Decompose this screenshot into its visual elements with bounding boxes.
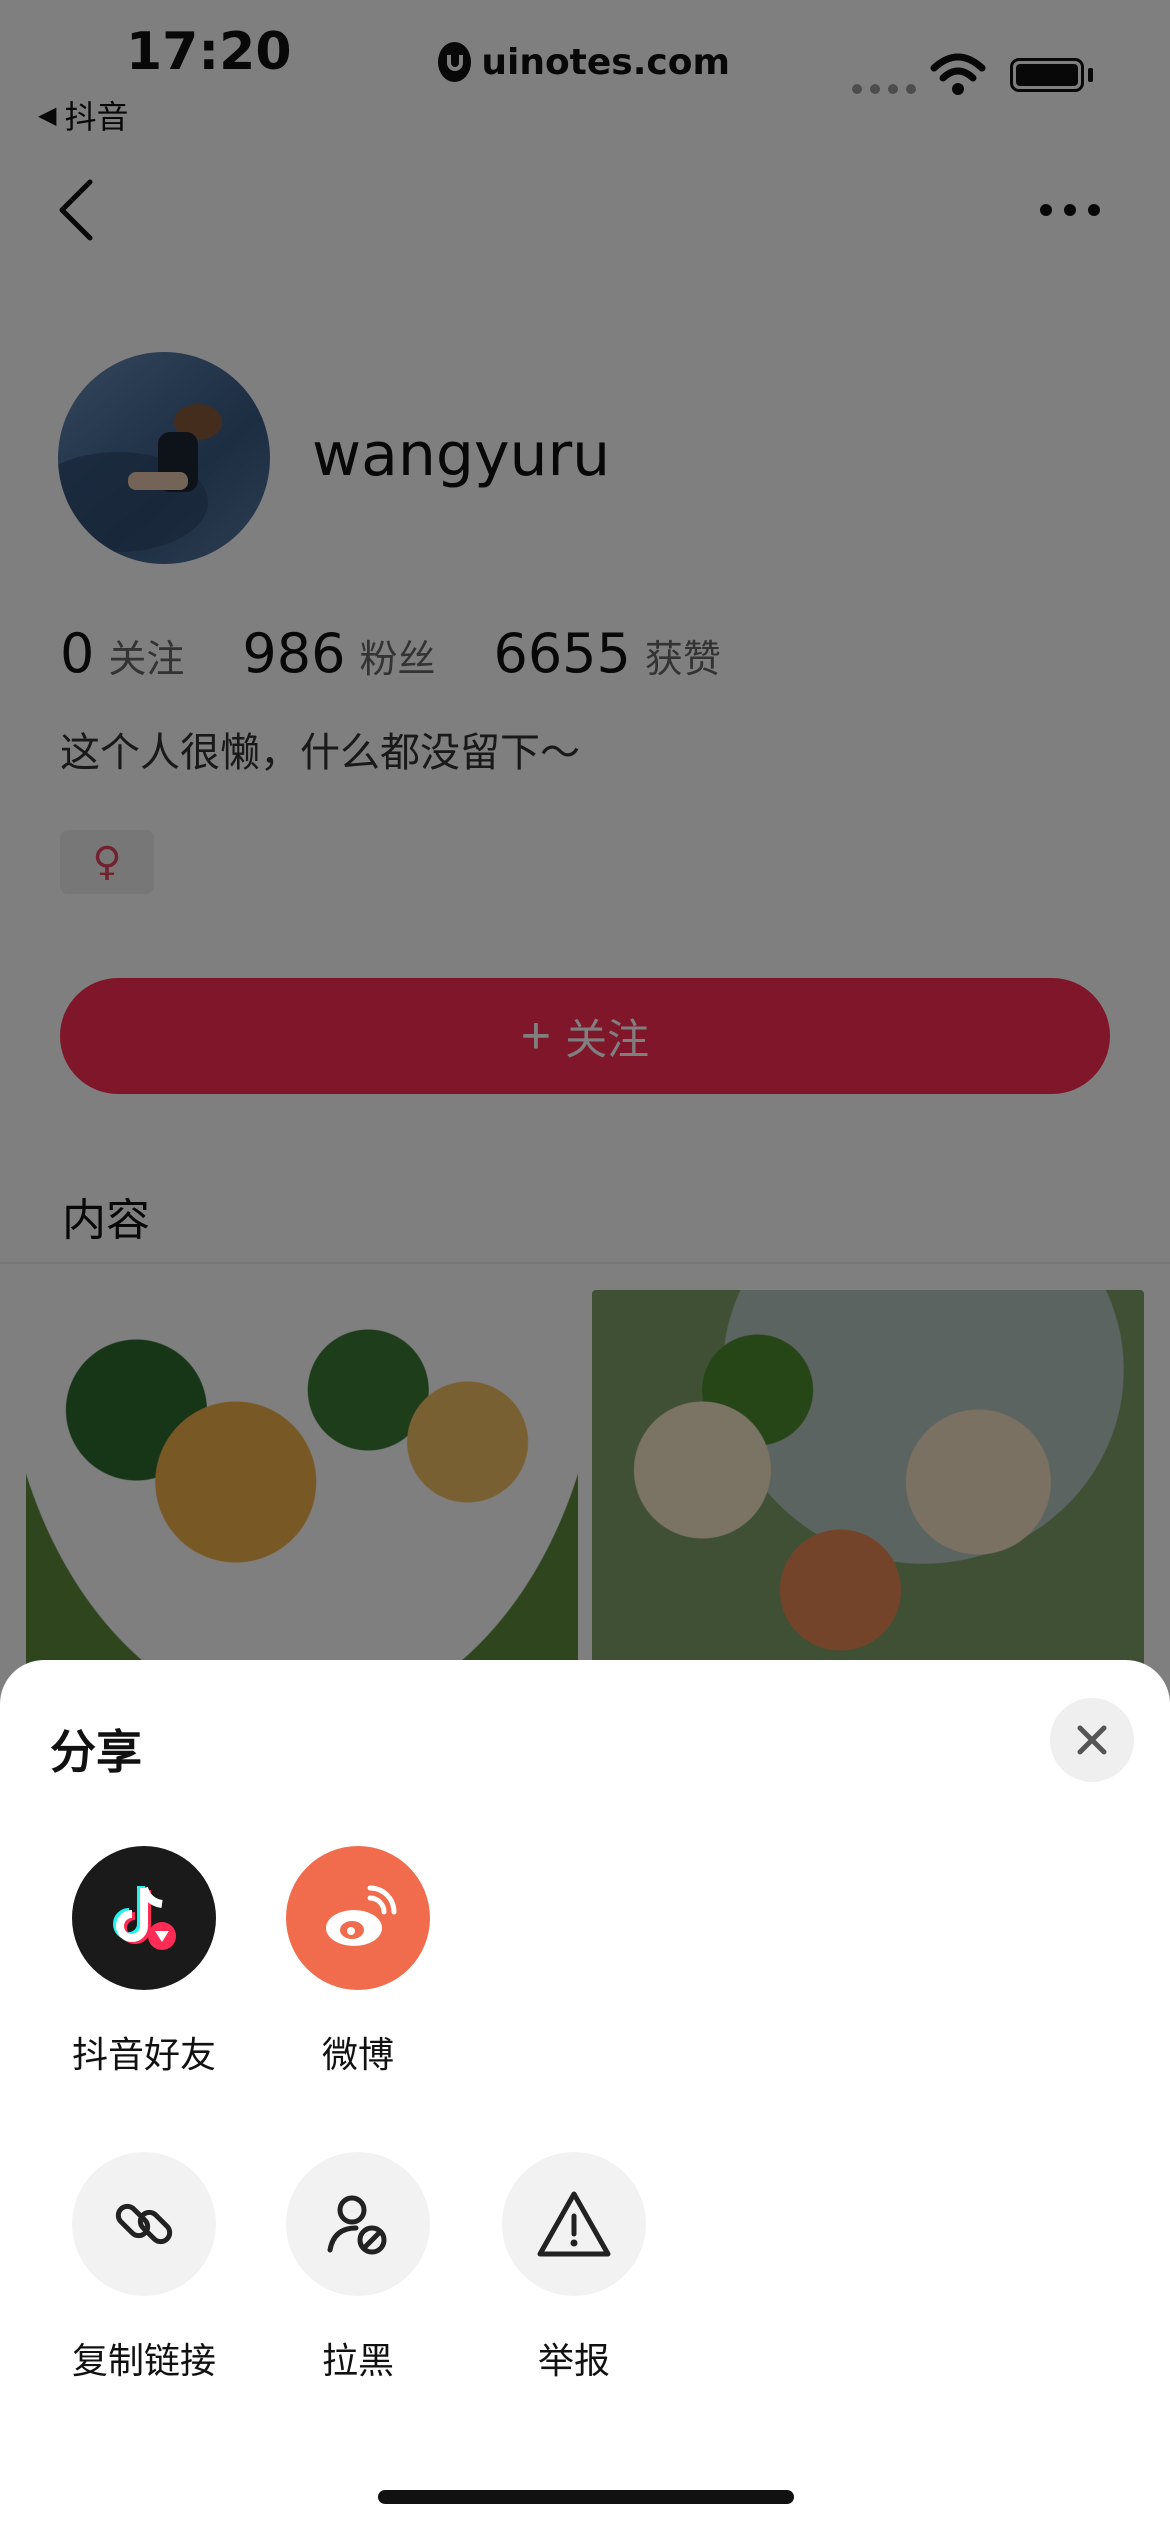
- block-user-label: 拉黑: [321, 2341, 394, 2382]
- share-sheet: [0, 1660, 1170, 2532]
- copy-link[interactable]: 复制链接: [44, 2152, 244, 2384]
- share-douyin-label: 抖音好友: [71, 2035, 216, 2076]
- link-icon: [72, 2152, 216, 2296]
- report-label: 举报: [537, 2341, 610, 2382]
- close-button[interactable]: [1050, 1698, 1134, 1782]
- douyin-icon: [72, 1846, 216, 1990]
- weibo-icon: [286, 1846, 430, 1990]
- share-weibo[interactable]: 微博: [258, 1846, 458, 2078]
- block-user[interactable]: 拉黑: [258, 2152, 458, 2384]
- share-douyin-friend[interactable]: 抖音好友: [44, 1846, 244, 2078]
- close-icon: [1077, 1725, 1107, 1755]
- share-sheet-title: 分享: [50, 1725, 142, 1779]
- home-indicator[interactable]: [378, 2490, 794, 2504]
- report[interactable]: 举报: [474, 2152, 674, 2384]
- warning-icon: [502, 2152, 646, 2296]
- copy-link-label: 复制链接: [71, 2341, 216, 2382]
- share-weibo-label: 微博: [321, 2035, 394, 2076]
- block-user-icon: [286, 2152, 430, 2296]
